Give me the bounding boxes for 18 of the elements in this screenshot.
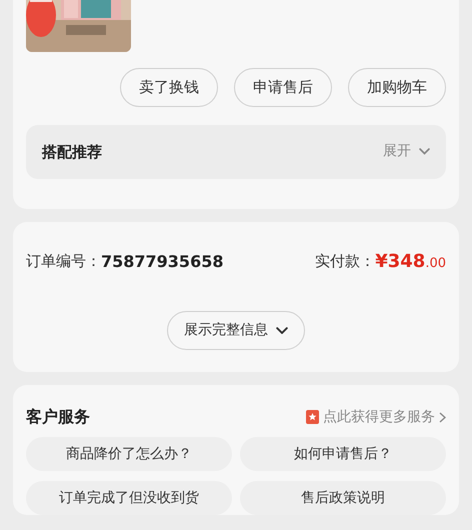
question-button[interactable]: 商品降价了怎么办？ xyxy=(26,437,232,472)
action-button[interactable]: 卖了换钱 xyxy=(120,68,218,106)
paid-label: 实付款： xyxy=(315,251,376,272)
order-number-label: 订单编号： xyxy=(26,251,101,272)
action-button[interactable]: 加购物车 xyxy=(348,68,446,106)
order-number: 75877935658 xyxy=(101,250,224,272)
question-button[interactable]: 如何申请售后？ xyxy=(240,437,446,472)
paid-amount: ¥348.00 xyxy=(375,250,446,274)
action-button[interactable]: 申请售后 xyxy=(234,68,332,106)
chevron-right-icon xyxy=(439,412,446,422)
section-title: 客户服务 xyxy=(26,406,90,428)
chevron-icon xyxy=(419,148,430,156)
section-title: 搭配推荐 xyxy=(42,142,102,162)
service-icon xyxy=(306,410,319,424)
show-more-button[interactable]: 展示完整信息 xyxy=(167,311,305,350)
question-button[interactable]: 售后政策说明 xyxy=(240,481,446,516)
question-button[interactable]: 订单完成了但没收到货 xyxy=(26,481,232,516)
chevron-icon xyxy=(276,326,288,334)
